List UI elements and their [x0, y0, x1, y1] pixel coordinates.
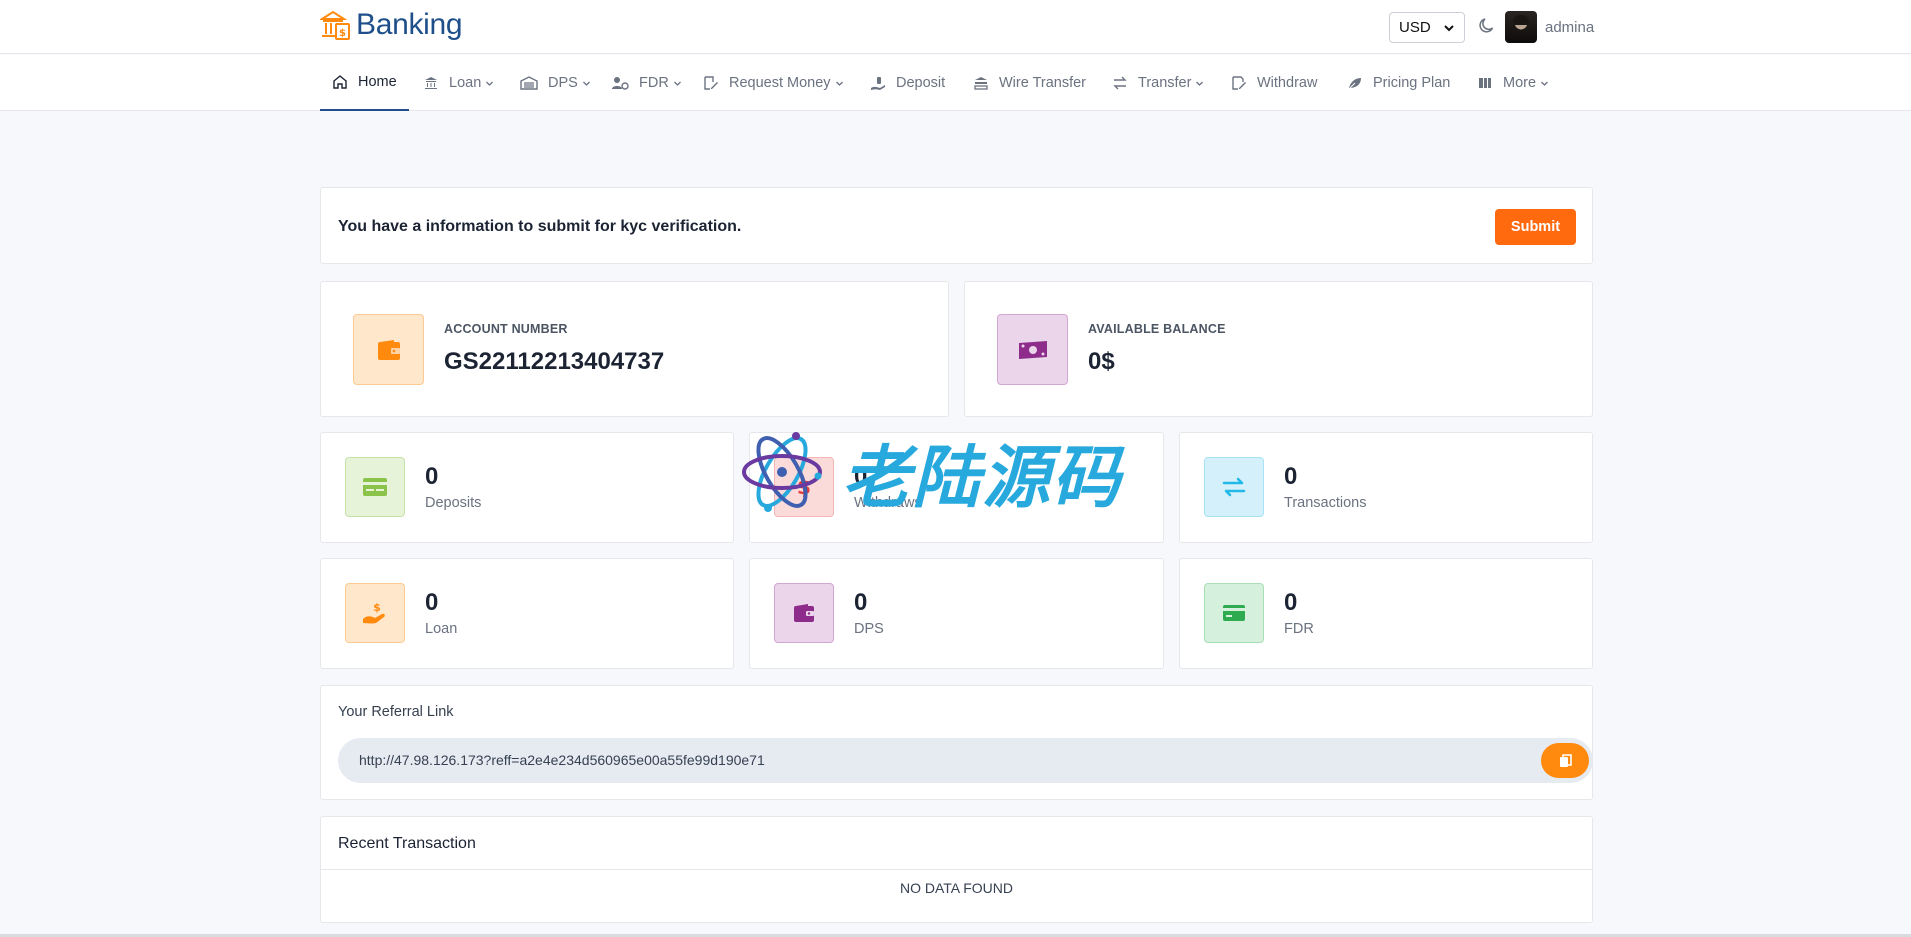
- stat-card-deposits: 0 Deposits: [320, 432, 734, 543]
- chevron-down-icon: [673, 81, 681, 86]
- chevron-down-icon: [1541, 81, 1549, 86]
- referral-title: Your Referral Link: [338, 704, 454, 720]
- transactions-icon-box: [1204, 457, 1264, 517]
- currency-select[interactable]: USD: [1389, 12, 1465, 43]
- dps-label: DPS: [854, 621, 884, 637]
- fdr-icon-box: [1204, 583, 1264, 643]
- kyc-message: You have a information to submit for kyc…: [338, 218, 742, 235]
- grid-icon: [1479, 78, 1491, 88]
- transactions-label: Transactions: [1284, 495, 1367, 511]
- available-balance-label: AVAILABLE BALANCE: [1088, 322, 1226, 336]
- loan-label: Loan: [425, 621, 458, 637]
- user-coin-icon: [612, 77, 629, 90]
- nav-home[interactable]: Home: [320, 55, 409, 111]
- stat-card-transactions: 0 Transactions: [1179, 432, 1593, 543]
- bank-logo-icon: $: [320, 10, 350, 40]
- exchange-icon: [1222, 477, 1246, 497]
- fdr-count: 0: [1284, 589, 1298, 616]
- edit-document-icon: [704, 76, 718, 90]
- hand-deposit-icon: [871, 77, 885, 90]
- nav-fdr[interactable]: FDR: [611, 55, 682, 111]
- nav-deposit[interactable]: Deposit: [870, 55, 945, 111]
- fdr-label: FDR: [1284, 621, 1314, 637]
- leaf-icon: [1348, 78, 1361, 90]
- wallet-icon: [794, 604, 814, 622]
- account-number-label: ACCOUNT NUMBER: [444, 322, 568, 336]
- empty-state: NO DATA FOUND: [899, 880, 1014, 896]
- account-number-card: ACCOUNT NUMBER GS22112213404737: [320, 281, 949, 417]
- main-nav: Home Loan DPS FDR Request Money Deposit …: [0, 55, 1911, 111]
- money-icon: [1018, 340, 1047, 359]
- watermark-text: 老陆源码: [842, 439, 1123, 518]
- stat-card-dps: 0 DPS: [749, 558, 1164, 669]
- referral-link[interactable]: http://47.98.126.173?reff=a2e4e234d56096…: [359, 752, 765, 768]
- transactions-count: 0: [1284, 463, 1298, 490]
- user-avatar[interactable]: [1505, 11, 1537, 43]
- copy-icon: [1559, 753, 1572, 767]
- available-balance-value: 0$: [1088, 348, 1115, 375]
- nav-loan[interactable]: Loan: [423, 55, 494, 111]
- chevron-down-icon: [582, 81, 590, 86]
- atom-logo-icon: [742, 431, 822, 512]
- chevron-down-icon: [1444, 25, 1454, 32]
- home-icon: [333, 75, 347, 89]
- nav-pricing-plan[interactable]: Pricing Plan: [1347, 55, 1450, 111]
- kyc-notice-card: You have a information to submit for kyc…: [320, 187, 1593, 264]
- loan-count: 0: [425, 589, 439, 616]
- top-bar: $ Banking USD admina: [0, 0, 1911, 54]
- wallet-icon-box: [353, 314, 424, 385]
- deposits-count: 0: [425, 463, 439, 490]
- dps-icon-box: [774, 583, 834, 643]
- deposits-icon-box: [345, 457, 405, 517]
- card-icon: [1223, 605, 1245, 621]
- chevron-down-icon: [1196, 81, 1204, 86]
- transfer-arrows-icon: [1113, 76, 1127, 90]
- watermark: 老陆源码: [740, 422, 1122, 521]
- submit-button[interactable]: Submit: [1495, 209, 1576, 245]
- nav-more[interactable]: More: [1477, 55, 1549, 111]
- referral-card: Your Referral Link http://47.98.126.173?…: [320, 685, 1593, 800]
- recent-transactions-card: Recent Transaction NO DATA FOUND: [320, 816, 1593, 923]
- svg-text:$: $: [373, 601, 381, 614]
- currency-value: USD: [1399, 19, 1431, 36]
- chevron-down-icon: [486, 81, 494, 86]
- money-icon-box: [997, 314, 1068, 385]
- divider: [321, 869, 1592, 870]
- stat-card-fdr: 0 FDR: [1179, 558, 1593, 669]
- stat-card-loan: $ 0 Loan: [320, 558, 734, 669]
- dps-count: 0: [854, 589, 868, 616]
- username[interactable]: admina: [1545, 19, 1594, 36]
- bank-icon: [425, 77, 437, 89]
- nav-request-money[interactable]: Request Money: [703, 55, 844, 111]
- chevron-down-icon: [835, 81, 843, 86]
- svg-text:$: $: [339, 28, 346, 39]
- loan-icon-box: $: [345, 583, 405, 643]
- nav-wire-transfer[interactable]: Wire Transfer: [973, 55, 1086, 111]
- credit-card-icon: [363, 478, 387, 496]
- brand-logo[interactable]: $ Banking: [320, 8, 463, 42]
- nav-dps[interactable]: DPS: [520, 55, 591, 111]
- brand-name: Banking: [356, 8, 463, 41]
- garage-icon: [520, 76, 538, 90]
- withdraw-document-icon: [1232, 76, 1246, 90]
- deposits-label: Deposits: [425, 495, 482, 511]
- nav-withdraw[interactable]: Withdraw: [1231, 55, 1317, 111]
- hand-coin-icon: $: [363, 601, 385, 624]
- nav-transfer[interactable]: Transfer: [1112, 55, 1204, 111]
- moon-icon[interactable]: [1478, 17, 1496, 35]
- copy-button[interactable]: [1541, 743, 1589, 778]
- account-number-value: GS22112213404737: [444, 348, 665, 375]
- referral-link-field[interactable]: http://47.98.126.173?reff=a2e4e234d56096…: [338, 738, 1593, 783]
- wire-icon: [974, 77, 988, 90]
- wallet-icon: [377, 339, 400, 360]
- recent-transactions-title: Recent Transaction: [338, 835, 476, 852]
- available-balance-card: AVAILABLE BALANCE 0$: [964, 281, 1593, 417]
